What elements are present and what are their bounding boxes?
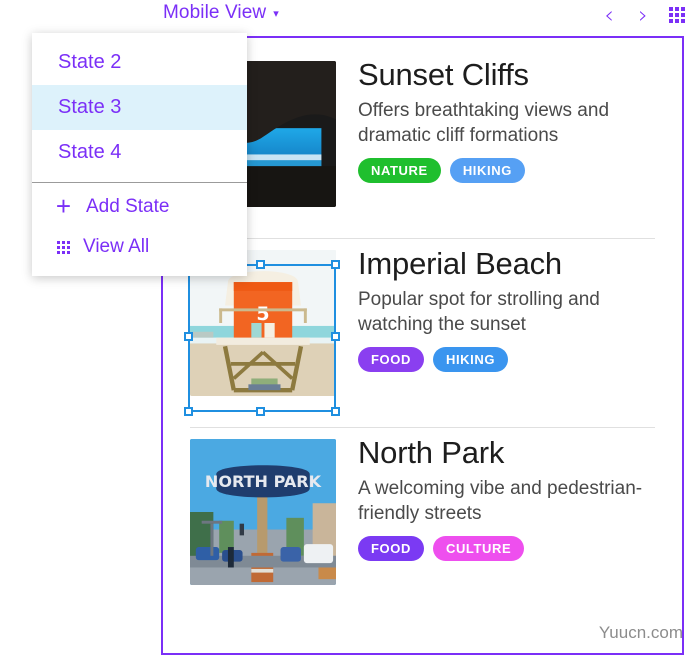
svg-text:5: 5 bbox=[256, 303, 269, 325]
watermark: Yuucn.com bbox=[598, 623, 683, 642]
place-description: Offers breathtaking views and dramatic c… bbox=[358, 99, 610, 146]
place-tag-list: FOOD CULTURE bbox=[358, 535, 658, 561]
place-card-body: North Park A welcoming vibe and pedestri… bbox=[358, 427, 658, 561]
add-state-button[interactable]: + Add State bbox=[32, 187, 247, 227]
place-tag[interactable]: FOOD bbox=[358, 535, 424, 561]
resize-handle-bottom-center[interactable] bbox=[256, 407, 265, 416]
place-tag[interactable]: FOOD bbox=[358, 346, 424, 372]
svg-text:NORTH PARK: NORTH PARK bbox=[205, 472, 322, 491]
place-tag-list: NATURE HIKING bbox=[358, 157, 658, 183]
place-tag[interactable]: HIKING bbox=[449, 157, 525, 183]
grid-view-icon[interactable] bbox=[669, 7, 685, 23]
toolbar-nav-icons: ‹ › bbox=[601, 0, 685, 30]
previous-state-icon[interactable]: ‹ bbox=[601, 0, 617, 30]
menu-item-label: State 4 bbox=[58, 141, 122, 163]
place-tag[interactable]: NATURE bbox=[358, 157, 441, 183]
place-description: Popular spot for strolling and watching … bbox=[358, 288, 600, 335]
resize-handle-top-center[interactable] bbox=[256, 260, 265, 269]
state-dropdown-menu: State 2 State 3 State 4 + Add State View… bbox=[32, 33, 247, 276]
view-mode-selector[interactable]: Mobile View ▾ bbox=[163, 2, 279, 24]
north-park-sign-street-photo: NORTH PARK bbox=[190, 439, 336, 585]
resize-handle-middle-right[interactable] bbox=[331, 332, 340, 341]
menu-divider bbox=[32, 182, 247, 183]
menu-item-state-4[interactable]: State 4 bbox=[32, 130, 247, 175]
add-state-label: Add State bbox=[86, 196, 170, 217]
view-all-button[interactable]: View All bbox=[32, 227, 247, 267]
place-title: North Park bbox=[358, 435, 505, 470]
menu-item-label: State 3 bbox=[58, 96, 122, 118]
top-toolbar: Mobile View ▾ ‹ › bbox=[0, 0, 693, 30]
place-tag[interactable]: CULTURE bbox=[432, 535, 525, 561]
view-mode-label: Mobile View bbox=[163, 2, 267, 23]
place-card-body: Imperial Beach Popular spot for strollin… bbox=[358, 238, 658, 372]
menu-item-state-2[interactable]: State 2 bbox=[32, 40, 247, 85]
plus-icon: + bbox=[55, 191, 72, 221]
menu-item-state-3[interactable]: State 3 bbox=[32, 85, 247, 130]
place-title: Imperial Beach bbox=[358, 246, 562, 281]
resize-handle-bottom-left[interactable] bbox=[184, 407, 193, 416]
next-state-icon[interactable]: › bbox=[635, 0, 651, 30]
place-thumbnail[interactable]: NORTH PARK bbox=[190, 439, 336, 585]
menu-item-label: State 2 bbox=[58, 51, 122, 73]
place-description: A welcoming vibe and pedestrian-friendly… bbox=[358, 477, 643, 524]
resize-handle-bottom-right[interactable] bbox=[331, 407, 340, 416]
place-tag[interactable]: HIKING bbox=[432, 346, 509, 372]
resize-handle-top-right[interactable] bbox=[331, 260, 340, 269]
grid-icon bbox=[57, 240, 70, 254]
place-card-body: Sunset Cliffs Offers breathtaking views … bbox=[358, 49, 658, 183]
place-card[interactable]: NORTH PARK North Park A welcoming vibe a… bbox=[163, 427, 682, 616]
chevron-down-icon: ▾ bbox=[273, 7, 279, 20]
view-all-label: View All bbox=[83, 236, 150, 257]
resize-handle-middle-left[interactable] bbox=[184, 332, 193, 341]
place-tag-list: FOOD HIKING bbox=[358, 346, 658, 372]
place-title: Sunset Cliffs bbox=[358, 57, 529, 92]
